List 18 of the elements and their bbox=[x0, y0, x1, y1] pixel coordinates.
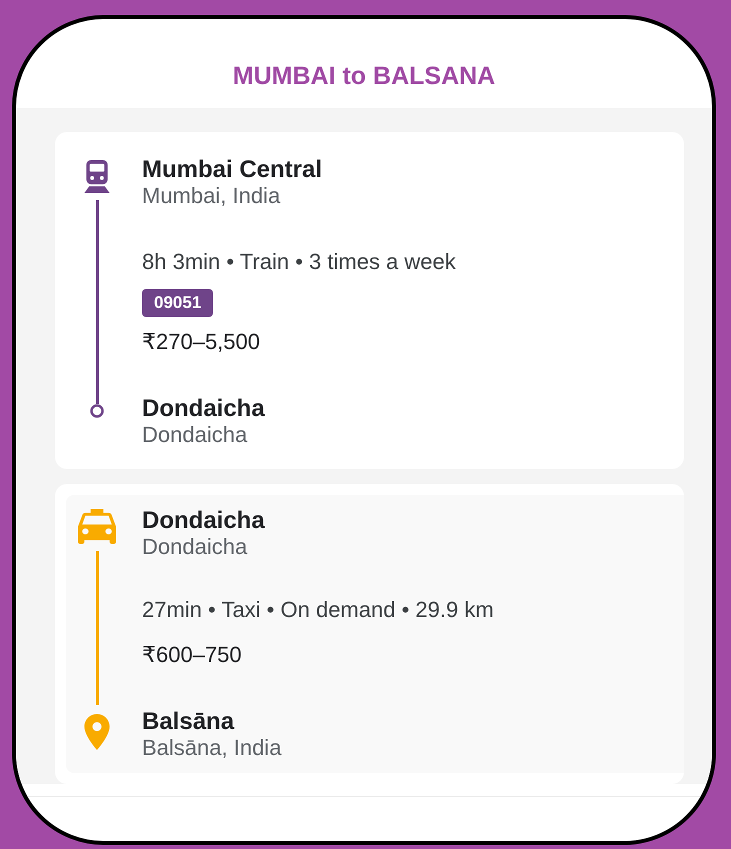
origin-place: Dondaicha bbox=[142, 534, 248, 560]
route-card[interactable]: Mumbai Central Mumbai, India 8h 3min • Train • 3 times a week 09051 ₹270–5,500 Dondaicha Dondaicha bbox=[55, 132, 684, 469]
train-number-badge: 09051 bbox=[142, 289, 214, 317]
origin-name: Dondaicha bbox=[142, 507, 265, 534]
trip-summary: 8h 3min • Train • 3 times a week bbox=[142, 249, 456, 275]
trip-summary: 27min • Taxi • On demand • 29.9 km bbox=[142, 597, 494, 623]
price-range: ₹600–750 bbox=[142, 642, 242, 668]
destination-place: Dondaicha bbox=[142, 422, 248, 448]
origin-place: Mumbai, India bbox=[142, 183, 280, 209]
stop-circle-icon bbox=[90, 404, 104, 418]
origin-name: Mumbai Central bbox=[142, 156, 322, 183]
price-range: ₹270–5,500 bbox=[142, 329, 260, 355]
location-pin-icon bbox=[84, 714, 110, 750]
destination-place: Balsāna, India bbox=[142, 735, 282, 761]
destination-name: Balsāna bbox=[142, 708, 234, 735]
route-card[interactable]: Dondaicha Dondaicha 27min • Taxi • On demand • 29.9 km ₹600–750 Balsāna Balsāna, India bbox=[55, 484, 684, 784]
destination-name: Dondaicha bbox=[142, 395, 265, 422]
route-title: MUMBAI to BALSANA bbox=[232, 62, 496, 90]
